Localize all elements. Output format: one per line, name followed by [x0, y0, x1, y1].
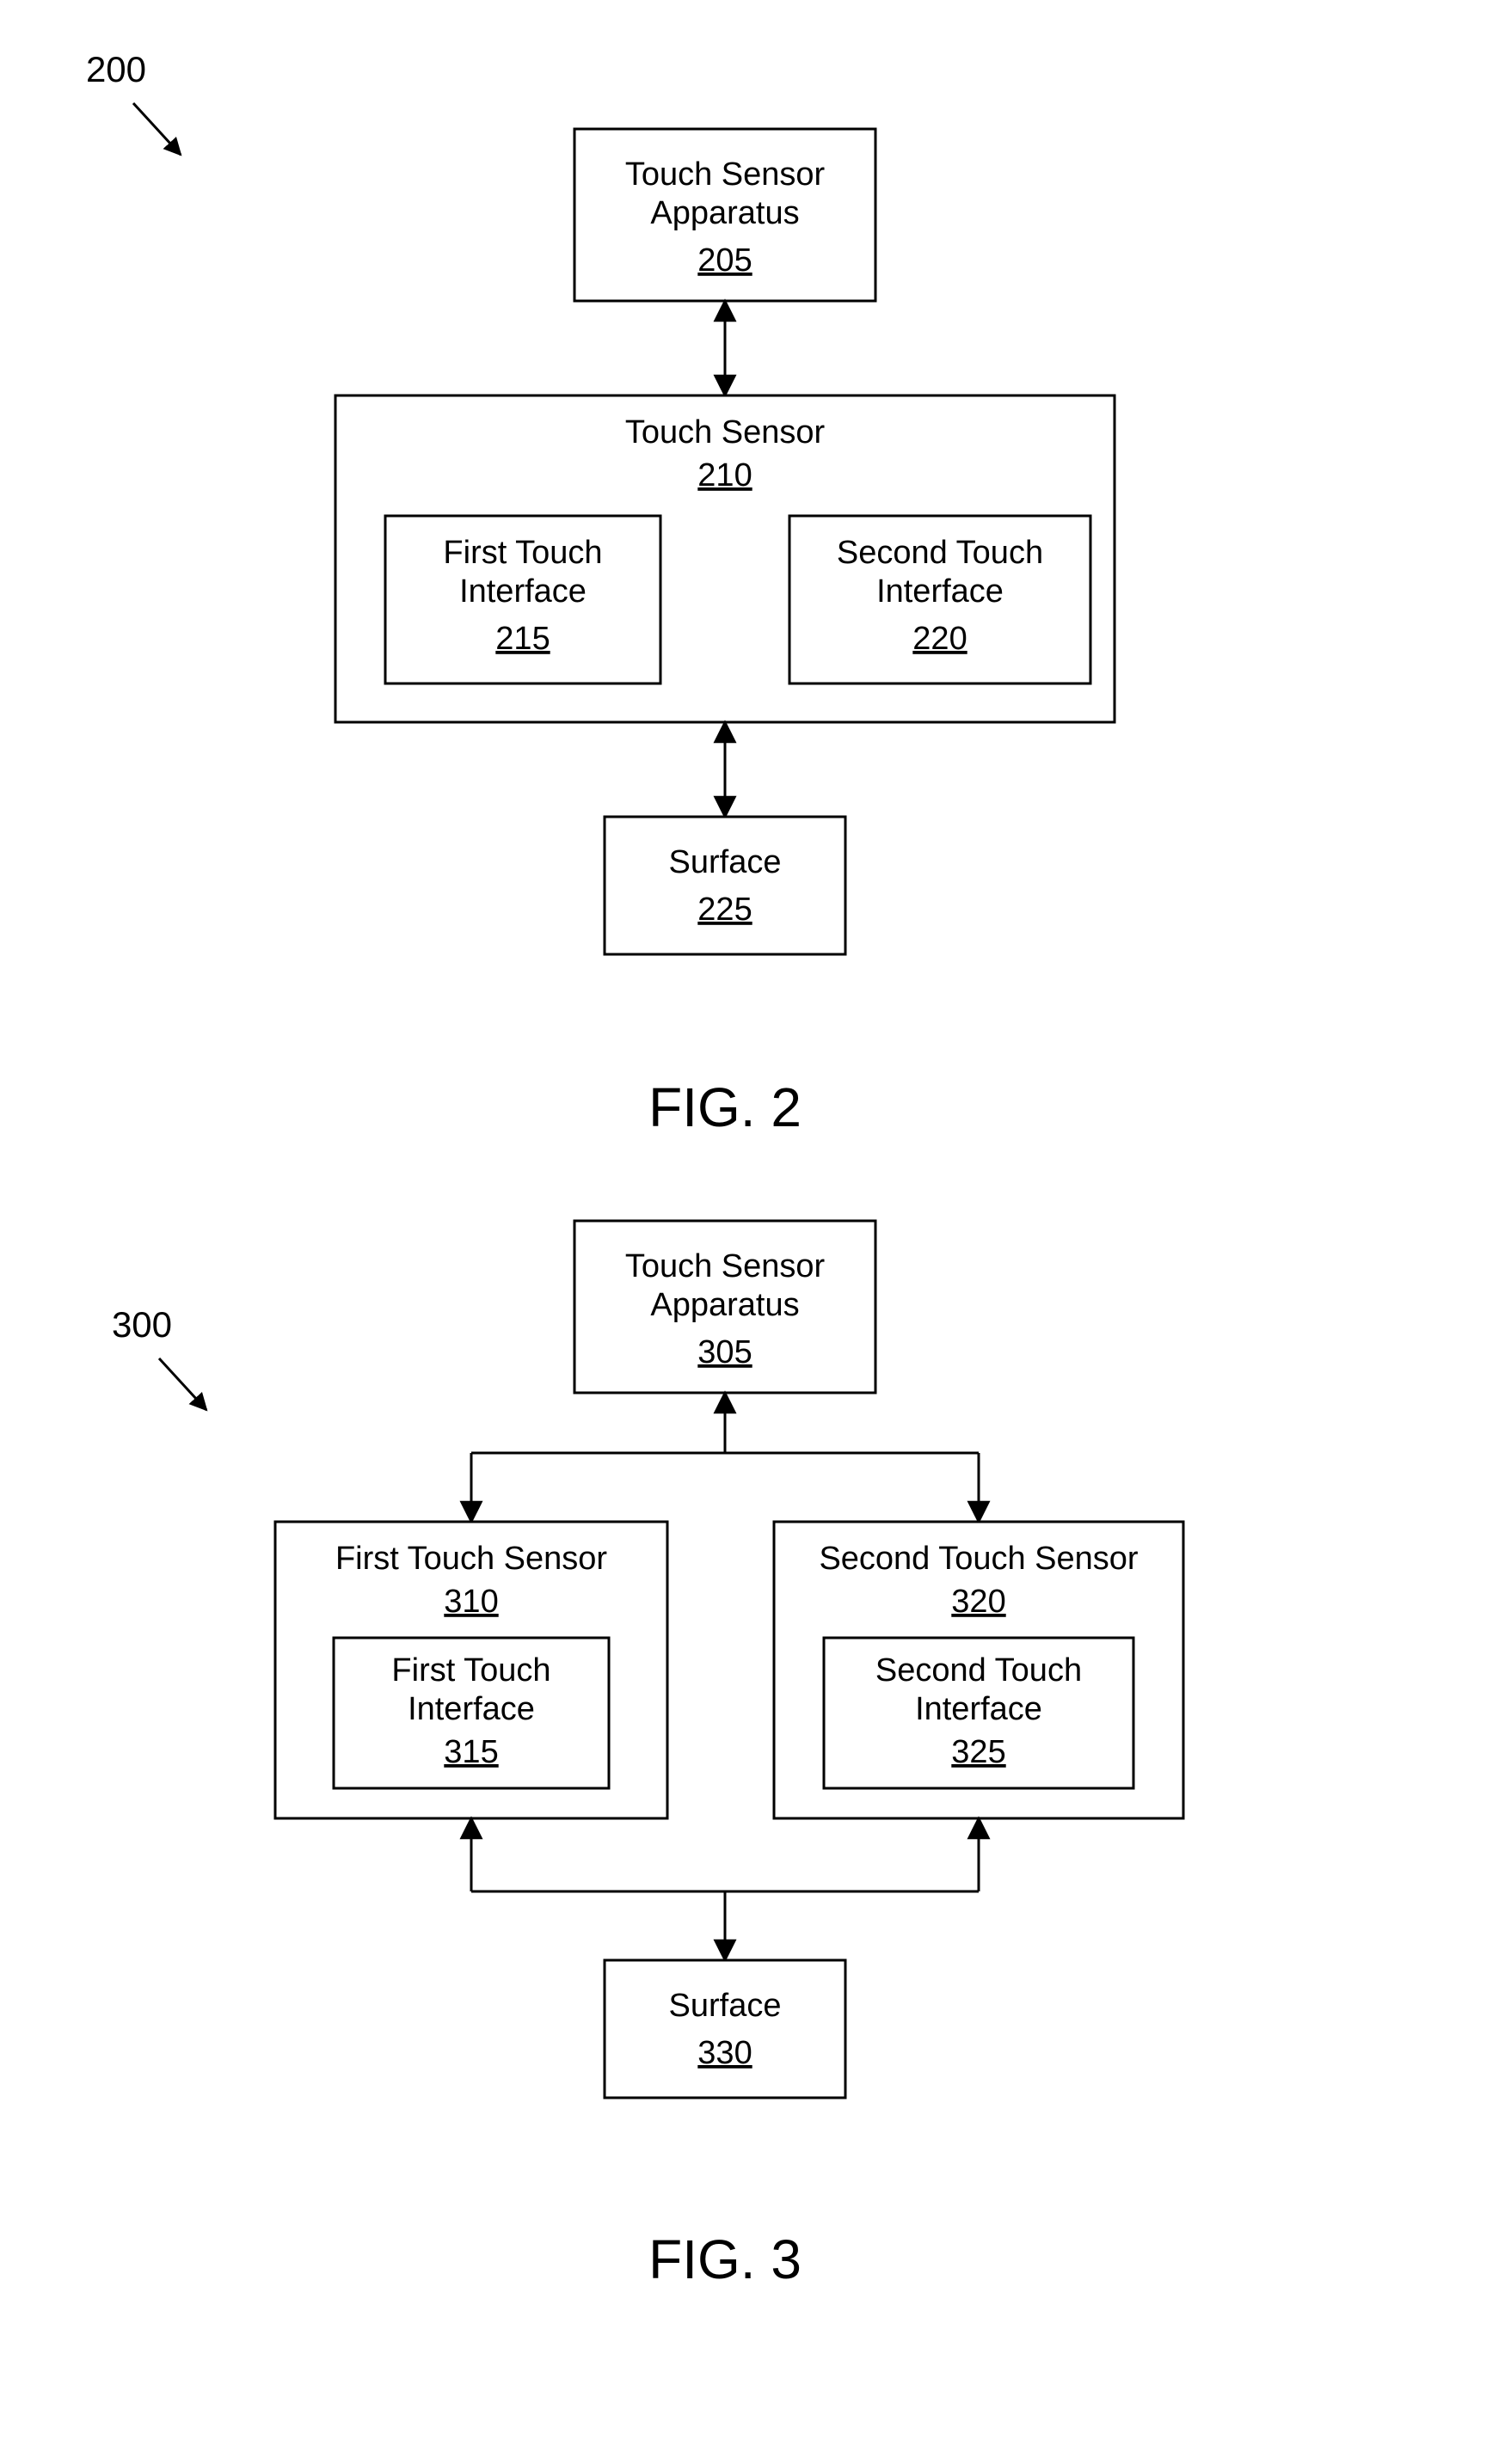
fig3-iface1-box: First Touch Interface 315: [334, 1638, 609, 1788]
fig2-sensor-label: Touch Sensor: [625, 414, 826, 451]
fig2-surface-num: 225: [697, 892, 752, 928]
fig3-iface2-num: 325: [951, 1734, 1005, 1770]
fig3-sensor1-num: 310: [444, 1584, 498, 1620]
fig2-apparatus-label-1: Touch Sensor: [625, 156, 826, 193]
fig2-iface1-num: 215: [495, 621, 550, 657]
fig3-sensor2-num: 320: [951, 1584, 1005, 1620]
fig2-ref-arrow: [133, 103, 181, 155]
fig3-apparatus-l2: Apparatus: [650, 1287, 799, 1323]
fig3-caption: FIG. 3: [648, 2228, 802, 2290]
fig2-iface2-l1: Second Touch: [837, 535, 1043, 571]
fig3-sensor1-label: First Touch Sensor: [335, 1541, 607, 1577]
fig2-iface1-box: First Touch Interface 215: [385, 516, 660, 683]
fig2-surface-box: Surface 225: [605, 817, 845, 954]
fig3-iface1-num: 315: [444, 1734, 498, 1770]
fig2-surface-label: Surface: [669, 844, 782, 880]
fig2-sensor-box: Touch Sensor 210 First Touch Interface 2…: [335, 395, 1115, 722]
fig3-apparatus-num: 305: [697, 1334, 752, 1370]
fig3-sensor1-box: First Touch Sensor 310 First Touch Inter…: [275, 1522, 667, 1818]
fig2-iface1-l2: Interface: [459, 573, 587, 610]
fig3-apparatus-box: Touch Sensor Apparatus 305: [574, 1221, 875, 1393]
fig3-surface-box: Surface 330: [605, 1960, 845, 2098]
fig2-apparatus-num: 205: [697, 242, 752, 279]
fig2-sensor-num: 210: [697, 457, 752, 493]
fig3-surface-num: 330: [697, 2035, 752, 2071]
fig3-iface1-l1: First Touch: [391, 1652, 550, 1689]
fig2-iface2-box: Second Touch Interface 220: [789, 516, 1090, 683]
fig2-ref-label: 200: [86, 49, 146, 89]
fig2-iface2-l2: Interface: [876, 573, 1004, 610]
fig3-iface2-l2: Interface: [915, 1691, 1042, 1727]
fig2-caption: FIG. 2: [648, 1076, 802, 1138]
fig3-ref-label: 300: [112, 1304, 172, 1345]
fig2-apparatus-label-2: Apparatus: [650, 195, 799, 231]
fig2-iface1-l1: First Touch: [443, 535, 602, 571]
fig2-apparatus-box: Touch Sensor Apparatus 205: [574, 129, 875, 301]
fig3-surface-label: Surface: [669, 1988, 782, 2024]
fig3-sensor2-label: Second Touch Sensor: [819, 1541, 1138, 1577]
fig3-ref-arrow: [159, 1358, 206, 1410]
fig3-iface1-l2: Interface: [408, 1691, 535, 1727]
fig3-iface2-l1: Second Touch: [875, 1652, 1082, 1689]
fig3-iface2-box: Second Touch Interface 325: [824, 1638, 1133, 1788]
fig3-apparatus-l1: Touch Sensor: [625, 1248, 826, 1284]
fig3-sensor2-box: Second Touch Sensor 320 Second Touch Int…: [774, 1522, 1183, 1818]
fig2-iface2-num: 220: [912, 621, 967, 657]
